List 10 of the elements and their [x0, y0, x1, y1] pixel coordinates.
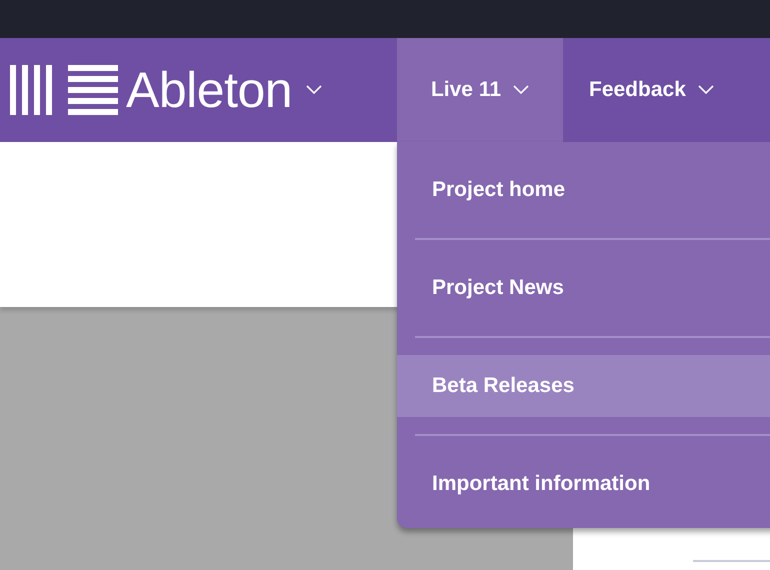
- menu-item[interactable]: Project home: [397, 159, 770, 221]
- menu-item[interactable]: Beta Releases: [397, 355, 770, 417]
- chevron-down-icon: [306, 85, 322, 95]
- chevron-down-icon: [698, 85, 714, 95]
- menu-item[interactable]: Project News: [397, 257, 770, 319]
- menu-item[interactable]: Important information: [397, 453, 770, 515]
- nav-tab[interactable]: Live 11: [397, 38, 563, 142]
- brand-name[interactable]: Ableton: [126, 65, 292, 115]
- logo-icon: [10, 65, 118, 115]
- chevron-down-icon: [513, 85, 530, 95]
